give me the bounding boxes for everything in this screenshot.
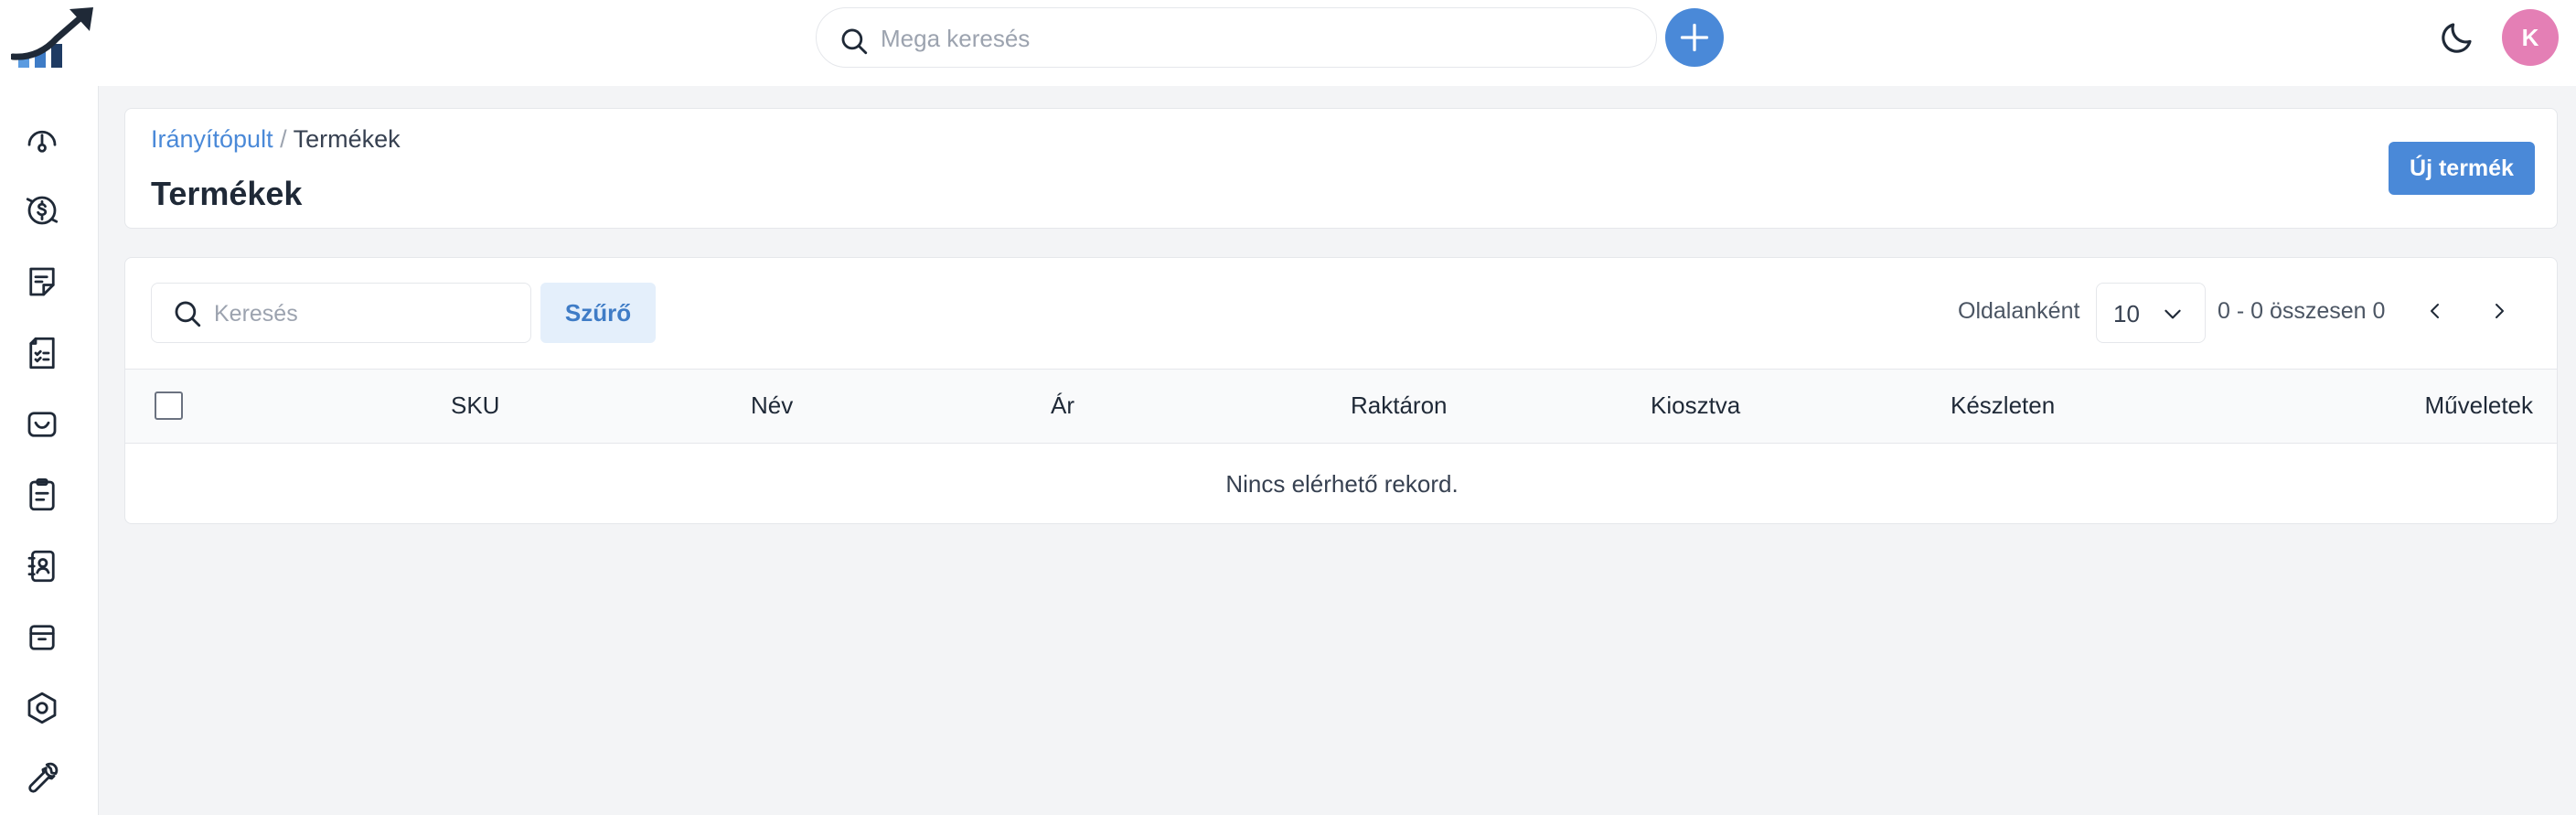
column-header-available[interactable]: Készleten bbox=[1951, 391, 2055, 420]
breadcrumb-separator: / bbox=[280, 125, 287, 153]
sidebar-item-dashboard[interactable] bbox=[18, 116, 66, 164]
table-search-input[interactable] bbox=[214, 295, 516, 333]
breadcrumb-link-dashboard[interactable]: Irányítópult bbox=[151, 125, 273, 153]
note-icon bbox=[29, 267, 55, 296]
sidebar-item-contacts[interactable] bbox=[18, 542, 66, 590]
breadcrumb-current: Termékek bbox=[293, 125, 401, 153]
sidebar-item-finance[interactable] bbox=[18, 187, 66, 234]
search-icon bbox=[175, 301, 201, 327]
chevron-right-icon bbox=[2496, 304, 2504, 318]
sidebar-item-tools[interactable] bbox=[18, 755, 66, 802]
inbox-icon bbox=[27, 412, 57, 437]
clipboard-icon bbox=[29, 477, 55, 511]
per-page-value: 10 bbox=[2113, 300, 2140, 327]
currency-exchange-icon bbox=[26, 196, 59, 225]
top-bar: K bbox=[0, 0, 2576, 86]
mega-search-bar[interactable] bbox=[816, 7, 1657, 68]
page-title: Termékek bbox=[151, 175, 303, 212]
sidebar-item-inbox[interactable] bbox=[18, 401, 66, 448]
moon-icon[interactable] bbox=[2438, 18, 2476, 57]
breadcrumb: Irányítópult / Termékek bbox=[151, 125, 401, 154]
column-header-price[interactable]: Ár bbox=[1051, 391, 1074, 420]
column-header-in-stock[interactable]: Raktáron bbox=[1351, 391, 1448, 420]
archive-box-icon bbox=[29, 625, 55, 650]
select-all-checkbox[interactable] bbox=[155, 391, 183, 420]
app-logo-icon[interactable] bbox=[11, 5, 95, 71]
hexagon-settings-icon bbox=[27, 692, 57, 724]
avatar[interactable]: K bbox=[2502, 9, 2559, 66]
contacts-book-icon bbox=[27, 550, 55, 583]
filter-button[interactable]: Szűrő bbox=[540, 283, 656, 343]
sidebar-item-orders[interactable] bbox=[18, 471, 66, 519]
empty-table-message: Nincs elérhető rekord. bbox=[1225, 470, 1459, 498]
pagination-range: 0 - 0 összesen 0 bbox=[2218, 298, 2386, 324]
per-page-label: Oldalanként bbox=[1958, 298, 2080, 324]
column-header-name[interactable]: Név bbox=[751, 391, 793, 420]
sidebar-item-settings[interactable] bbox=[18, 684, 66, 732]
wrench-icon bbox=[28, 762, 59, 793]
new-product-button[interactable]: Új termék bbox=[2389, 142, 2535, 195]
next-page-button[interactable] bbox=[2481, 293, 2517, 329]
table-header: SKU Név Ár Raktáron Kiosztva Készleten M… bbox=[125, 369, 2557, 444]
sidebar bbox=[0, 86, 99, 815]
chevron-left-icon bbox=[2431, 304, 2439, 318]
plus-icon bbox=[1680, 23, 1709, 52]
sidebar-item-notes[interactable] bbox=[18, 258, 66, 306]
mega-search-input[interactable] bbox=[881, 19, 1630, 58]
per-page-select[interactable]: 10 bbox=[2096, 283, 2206, 343]
quick-add-button[interactable] bbox=[1665, 8, 1724, 67]
column-header-allocated[interactable]: Kiosztva bbox=[1651, 391, 1740, 420]
products-table-card: Szűrő Oldalanként 10 0 - 0 összesen 0 SK… bbox=[124, 257, 2558, 524]
sidebar-item-archive[interactable] bbox=[18, 614, 66, 661]
document-list-icon bbox=[29, 337, 55, 370]
column-header-actions: Műveletek bbox=[2424, 391, 2534, 419]
page-header: Irányítópult / Termékek Termékek Új term… bbox=[124, 108, 2558, 229]
table-search[interactable] bbox=[151, 283, 531, 343]
column-header-sku[interactable]: SKU bbox=[451, 391, 499, 420]
search-icon bbox=[841, 28, 868, 55]
dashboard-gauge-icon bbox=[27, 130, 57, 153]
sidebar-item-documents[interactable] bbox=[18, 329, 66, 377]
chevron-down-icon bbox=[2164, 309, 2181, 319]
previous-page-button[interactable] bbox=[2417, 293, 2453, 329]
